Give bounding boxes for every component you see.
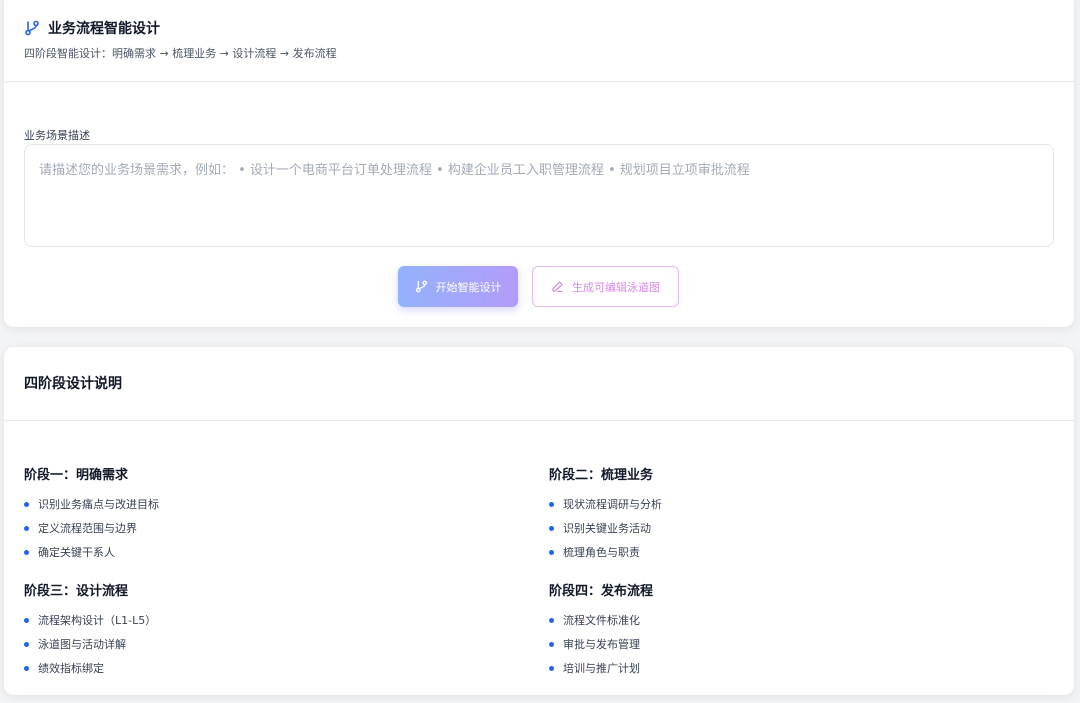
design-card-header: 业务流程智能设计 四阶段智能设计：明确需求 → 梳理业务 → 设计流程 → 发布…	[4, 0, 1074, 82]
list-item: 流程架构设计（L1-L5）	[24, 608, 156, 632]
pencil-icon	[551, 280, 564, 293]
list-item: 泳道图与活动详解	[24, 632, 156, 656]
stage-items: 流程文件标准化 审批与发布管理 培训与推广计划	[549, 608, 653, 680]
bullet-icon	[549, 641, 554, 647]
stages-title: 四阶段设计说明	[24, 376, 122, 392]
stage-items: 现状流程调研与分析 识别关键业务活动 梳理角色与职责	[549, 492, 662, 564]
start-design-label: 开始智能设计	[435, 280, 502, 294]
scenario-input[interactable]	[24, 144, 1054, 247]
bullet-icon	[549, 665, 554, 671]
list-item: 绩效指标绑定	[24, 656, 156, 680]
stages-card: 四阶段设计说明 阶段一：明确需求 识别业务痛点与改进目标 定义流程范围与边界 确…	[4, 347, 1074, 695]
git-branch-icon	[24, 20, 40, 36]
list-item: 梳理角色与职责	[549, 540, 662, 564]
stage-title: 阶段三：设计流程	[24, 584, 129, 599]
design-card: 业务流程智能设计 四阶段智能设计：明确需求 → 梳理业务 → 设计流程 → 发布…	[4, 0, 1074, 327]
bullet-icon	[24, 501, 29, 507]
bullet-icon	[24, 617, 29, 623]
stage-title: 阶段一：明确需求	[24, 468, 129, 483]
bullet-icon	[549, 525, 554, 531]
stage-3: 阶段三：设计流程 流程架构设计（L1-L5） 泳道图与活动详解 绩效指标绑定	[24, 580, 156, 680]
stage-2: 阶段二：梳理业务 现状流程调研与分析 识别关键业务活动 梳理角色与职责	[549, 464, 662, 564]
list-item: 培训与推广计划	[549, 656, 653, 680]
stage-1: 阶段一：明确需求 识别业务痛点与改进目标 定义流程范围与边界 确定关键干系人	[24, 464, 159, 564]
start-design-button[interactable]: 开始智能设计	[398, 266, 518, 307]
list-item: 识别业务痛点与改进目标	[24, 492, 159, 516]
scenario-label: 业务场景描述	[24, 129, 90, 142]
list-item: 审批与发布管理	[549, 632, 653, 656]
git-branch-icon	[415, 280, 428, 293]
generate-swimlane-label: 生成可编辑泳道图	[572, 280, 660, 294]
bullet-icon	[24, 525, 29, 531]
list-item: 定义流程范围与边界	[24, 516, 159, 540]
bullet-icon	[549, 549, 554, 555]
bullet-icon	[24, 641, 29, 647]
stage-4: 阶段四：发布流程 流程文件标准化 审批与发布管理 培训与推广计划	[549, 580, 653, 680]
stages-card-header: 四阶段设计说明	[4, 347, 1074, 421]
stage-title: 阶段二：梳理业务	[549, 468, 654, 483]
list-item: 确定关键干系人	[24, 540, 159, 564]
bullet-icon	[549, 501, 554, 507]
bullet-icon	[549, 617, 554, 623]
list-item: 识别关键业务活动	[549, 516, 662, 540]
stage-title: 阶段四：发布流程	[549, 584, 654, 599]
stage-items: 流程架构设计（L1-L5） 泳道图与活动详解 绩效指标绑定	[24, 608, 156, 680]
list-item: 流程文件标准化	[549, 608, 653, 632]
title-row: 业务流程智能设计	[24, 18, 160, 38]
list-item: 现状流程调研与分析	[549, 492, 662, 516]
page-subtitle: 四阶段智能设计：明确需求 → 梳理业务 → 设计流程 → 发布流程	[24, 47, 337, 60]
stage-items: 识别业务痛点与改进目标 定义流程范围与边界 确定关键干系人	[24, 492, 159, 564]
bullet-icon	[24, 665, 29, 671]
generate-swimlane-button[interactable]: 生成可编辑泳道图	[532, 266, 679, 307]
page-title: 业务流程智能设计	[48, 21, 160, 37]
bullet-icon	[24, 549, 29, 555]
